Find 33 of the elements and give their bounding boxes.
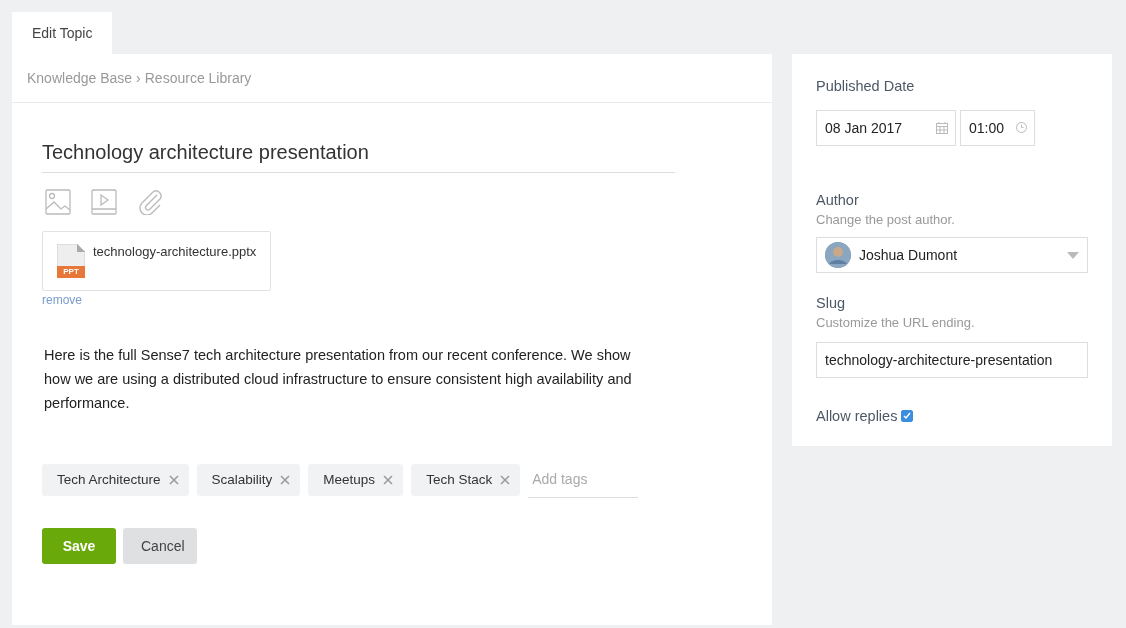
checkbox-label: Allow replies [816, 408, 898, 424]
slug-field[interactable]: technology-architecture-presentation [816, 342, 1088, 378]
ppt-file-icon: PPT [57, 244, 85, 278]
date-field[interactable]: 08 Jan 2017 [816, 110, 956, 146]
clock-icon [1016, 122, 1027, 133]
time-field[interactable]: 01:00 [960, 110, 1035, 146]
field-label: Slug [816, 295, 847, 311]
field-label: Author [816, 192, 860, 208]
video-icon[interactable] [91, 189, 117, 215]
tab[interactable]: Edit Topic [12, 12, 113, 54]
close-icon[interactable] [280, 474, 291, 485]
tag-label: Meetups [323, 472, 376, 487]
breadcrumb-separator: › [136, 70, 141, 86]
cancel-button[interactable]: Cancel [123, 528, 197, 564]
caret-icon [1067, 251, 1079, 259]
close-icon[interactable] [383, 474, 394, 485]
tag-label: Scalability [211, 472, 273, 487]
field-hint: Customize the URL ending. [816, 315, 976, 330]
calendar-icon [936, 122, 948, 134]
field-label: Published Date [816, 78, 916, 94]
body-text: Here is the full Sense7 tech architecture presentation from our recent conference. We show how we are using a distributed cloud infrastructure to ensure consistent high availability and performance. [44, 346, 633, 413]
author-dropdown[interactable]: Joshua Dumont [816, 237, 1088, 273]
avatar-icon [825, 242, 851, 268]
title-field[interactable]: Technology architecture presentation [42, 141, 675, 173]
image-icon[interactable] [45, 189, 71, 215]
close-icon[interactable] [500, 474, 511, 485]
field-hint: Change the post author. [816, 212, 956, 227]
checkbox[interactable] [901, 410, 914, 422]
close-icon[interactable] [168, 474, 179, 485]
attachment-filename: technology-architecture.pptx [93, 244, 257, 261]
paperclip-icon[interactable] [137, 189, 163, 215]
tag-label: Tech Stack [426, 472, 493, 487]
tag-label: Tech Architecture [57, 472, 161, 487]
